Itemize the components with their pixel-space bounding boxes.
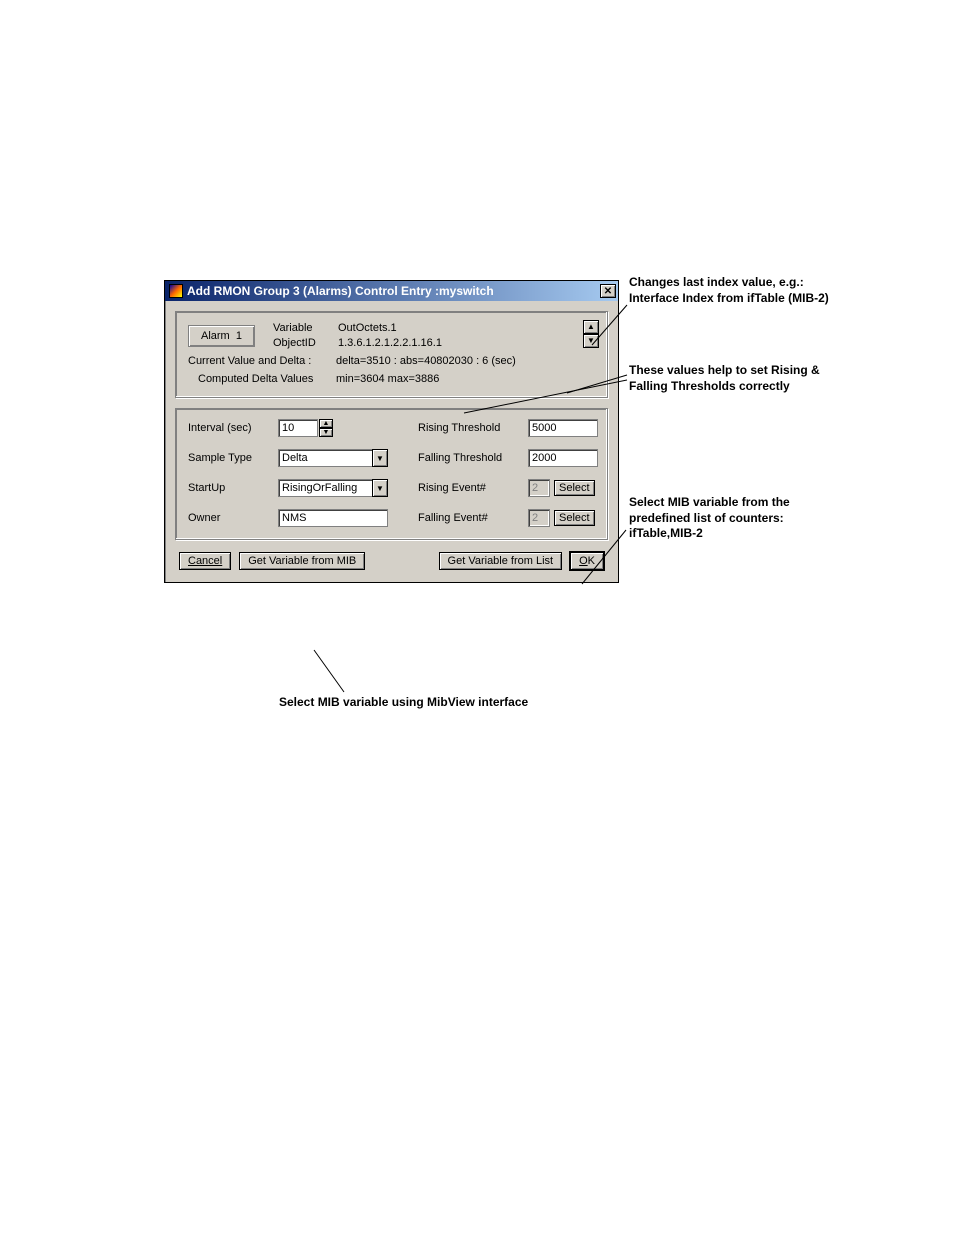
index-down-button[interactable]: ▼ xyxy=(583,334,599,348)
cancel-button[interactable]: Cancel xyxy=(179,552,231,570)
index-spinner: ▲ ▼ xyxy=(583,320,599,348)
alarm-value: 1 xyxy=(236,330,242,342)
current-value-delta-value: delta=3510 : abs=40802030 : 6 (sec) xyxy=(336,355,516,367)
sample-type-label: Sample Type xyxy=(188,452,278,464)
alarm-box: Alarm 1 xyxy=(188,325,255,347)
startup-combo[interactable]: ▼ xyxy=(278,479,388,497)
alarm-label: Alarm xyxy=(201,330,230,342)
interval-spinner: ▲ ▼ xyxy=(278,419,388,437)
titlebar: Add RMON Group 3 (Alarms) Control Entry … xyxy=(165,281,618,301)
computed-delta-label: Computed Delta Values xyxy=(188,373,336,385)
dialog-window: Add RMON Group 3 (Alarms) Control Entry … xyxy=(164,280,619,583)
rising-event-select-button[interactable]: Select xyxy=(554,480,595,496)
falling-threshold-label: Falling Threshold xyxy=(418,452,528,464)
owner-label: Owner xyxy=(188,512,278,524)
falling-event-label: Falling Event# xyxy=(418,512,528,524)
sample-type-combo[interactable]: ▼ xyxy=(278,449,388,467)
interval-input[interactable] xyxy=(278,419,318,437)
objectid-value: 1.3.6.1.2.1.2.2.1.16.1 xyxy=(338,337,442,349)
app-icon xyxy=(169,284,183,298)
falling-threshold-input[interactable] xyxy=(528,449,598,467)
close-icon: ✕ xyxy=(604,286,612,297)
rising-threshold-label: Rising Threshold xyxy=(418,422,528,434)
stage: Add RMON Group 3 (Alarms) Control Entry … xyxy=(164,280,934,583)
variable-label: Variable xyxy=(273,322,328,334)
objectid-label: ObjectID xyxy=(273,337,328,349)
falling-event-select-button[interactable]: Select xyxy=(554,510,595,526)
interval-down-button[interactable]: ▼ xyxy=(319,428,333,437)
owner-input[interactable] xyxy=(278,509,388,527)
rising-event-input xyxy=(528,479,550,497)
get-variable-from-list-button[interactable]: Get Variable from List xyxy=(439,552,563,570)
variable-value: OutOctets.1 xyxy=(338,322,397,334)
annotation-list: Select MIB variable from the predefined … xyxy=(629,495,839,542)
close-button[interactable]: ✕ xyxy=(600,284,616,298)
get-variable-from-mib-button[interactable]: Get Variable from MIB xyxy=(239,552,365,570)
ok-button[interactable]: OK xyxy=(570,552,604,570)
button-row: Cancel Get Variable from MIB Get Variabl… xyxy=(175,550,608,570)
rising-event-label: Rising Event# xyxy=(418,482,528,494)
computed-delta-value: min=3604 max=3886 xyxy=(336,373,439,385)
window-title: Add RMON Group 3 (Alarms) Control Entry … xyxy=(187,284,600,298)
annotation-mibview: Select MIB variable using MibView interf… xyxy=(279,695,539,711)
client-area: ▲ ▼ Alarm 1 Variable OutOctets.1 xyxy=(165,301,618,582)
chevron-down-icon[interactable]: ▼ xyxy=(372,479,388,497)
falling-event-input xyxy=(528,509,550,527)
annotation-thresholds: These values help to set Rising & Fallin… xyxy=(629,363,839,394)
annotation-index: Changes last index value, e.g.: Interfac… xyxy=(629,275,829,306)
rising-threshold-input[interactable] xyxy=(528,419,598,437)
info-panel: ▲ ▼ Alarm 1 Variable OutOctets.1 xyxy=(175,311,608,398)
fields-panel: Interval (sec) ▲ ▼ Rising Threshold Samp… xyxy=(175,408,608,540)
startup-input[interactable] xyxy=(278,479,372,497)
startup-label: StartUp xyxy=(188,482,278,494)
sample-type-input[interactable] xyxy=(278,449,372,467)
current-value-delta-label: Current Value and Delta : xyxy=(188,355,336,367)
index-up-button[interactable]: ▲ xyxy=(583,320,599,334)
interval-up-button[interactable]: ▲ xyxy=(319,419,333,428)
chevron-down-icon[interactable]: ▼ xyxy=(372,449,388,467)
interval-label: Interval (sec) xyxy=(188,422,278,434)
